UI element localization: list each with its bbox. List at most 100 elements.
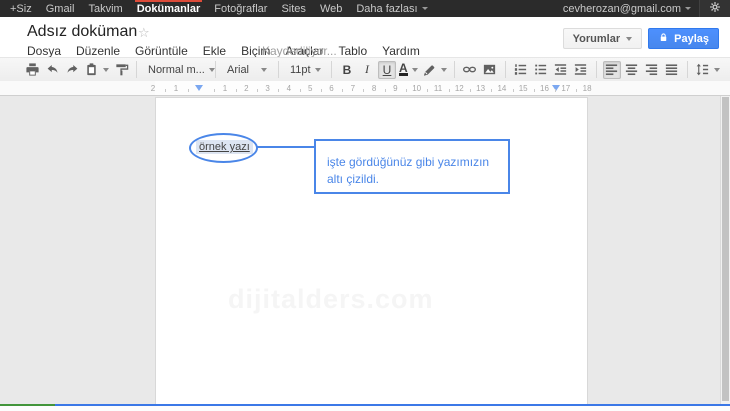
topbar-item[interactable]: Gmail — [39, 0, 82, 17]
ruler-number: 17 — [561, 84, 570, 93]
topbar-item-label: Web — [320, 3, 342, 15]
align-right-button[interactable] — [643, 61, 661, 79]
ruler-number: 3 — [265, 84, 269, 93]
annotation-connector-line — [256, 146, 316, 148]
topbar-item[interactable]: +Siz — [3, 0, 39, 17]
topbar-item[interactable]: Sites — [274, 0, 312, 17]
topbar-item[interactable]: Web — [313, 0, 349, 17]
indent-icon — [573, 62, 588, 77]
indent-button[interactable] — [572, 61, 590, 79]
undo-button[interactable] — [43, 61, 61, 79]
ruler-number: 9 — [393, 84, 397, 93]
ruler-number: 11 — [434, 84, 442, 93]
chevron-down-icon — [626, 37, 632, 41]
document-title[interactable]: Adsız doküman — [27, 23, 137, 41]
toolbar: Normal m... Arial 11pt BIUA — [0, 57, 730, 82]
web-clipboard-button[interactable] — [83, 61, 110, 79]
vertical-scrollbar[interactable] — [720, 96, 730, 404]
underline-button-label: U — [383, 63, 392, 77]
video-bottom-strip — [0, 406, 730, 411]
menu-item[interactable]: Dosya — [27, 44, 61, 58]
justify-icon — [664, 62, 679, 77]
font-size-dropdown[interactable]: 11pt — [285, 61, 325, 79]
menu-item[interactable]: Düzenle — [76, 44, 120, 58]
menu-item[interactable]: Ekle — [203, 44, 226, 58]
italic-button[interactable]: I — [358, 61, 376, 79]
ruler-tick — [449, 89, 450, 92]
toolbar-separator — [454, 61, 455, 78]
ruler-number: 5 — [308, 84, 312, 93]
lock-icon — [658, 32, 669, 46]
insert-link-button[interactable] — [461, 61, 479, 79]
bullet-list-button[interactable] — [532, 61, 550, 79]
toolbar-separator — [278, 61, 279, 78]
annotation-callout-box: işte gördüğünüz gibi yazımızın altı çizi… — [314, 139, 510, 194]
justify-button[interactable] — [663, 61, 681, 79]
topbar-item-label: Dokümanlar — [137, 3, 201, 15]
dropdown-arrow-icon — [103, 68, 109, 72]
highlight-color-icon — [422, 62, 437, 77]
toolbar-separator — [505, 61, 506, 78]
underline-button[interactable]: U — [378, 61, 396, 79]
paint-format-button[interactable] — [112, 61, 130, 79]
share-button[interactable]: Paylaş — [648, 28, 719, 49]
header-buttons: Yorumlar Paylaş — [563, 28, 719, 49]
line-spacing-icon — [695, 62, 710, 77]
comments-button[interactable]: Yorumlar — [563, 28, 642, 49]
ruler-tick — [406, 89, 407, 92]
ruler-tick — [513, 89, 514, 92]
numbered-list-button[interactable] — [512, 61, 530, 79]
topbar-item[interactable]: Takvim — [81, 0, 129, 17]
insert-image-button[interactable] — [481, 61, 499, 79]
line-spacing-button[interactable] — [694, 61, 721, 79]
text-color-button[interactable]: A — [398, 61, 419, 79]
ruler-number: 12 — [455, 84, 464, 93]
ruler-number: 1 — [223, 84, 227, 93]
toolbar-separator — [596, 61, 597, 78]
ruler-number: 2 — [151, 84, 155, 93]
font-size-dropdown-label: 11pt — [290, 64, 311, 76]
menu-item[interactable]: Yardım — [382, 44, 420, 58]
bold-button[interactable]: B — [338, 61, 356, 79]
link-icon — [462, 62, 477, 77]
highlight-color-button[interactable] — [421, 61, 448, 79]
font-dropdown[interactable]: Arial — [222, 61, 272, 79]
align-left-button[interactable] — [603, 61, 621, 79]
ruler-number: 13 — [476, 84, 485, 93]
ruler-tick — [470, 89, 471, 92]
topbar-item[interactable]: Dokümanlar — [130, 0, 208, 17]
ruler-number: 15 — [519, 84, 528, 93]
align-center-button[interactable] — [623, 61, 641, 79]
annotation-ellipse — [189, 133, 258, 163]
ruler-tick — [534, 89, 535, 92]
document-page[interactable]: dijitalders.com örnek yazı işte gördüğün… — [155, 97, 588, 411]
google-docs-window: +SizGmailTakvim Dokümanlar FotoğraflarSite… — [0, 0, 730, 411]
account-menu[interactable]: cevherozan@gmail.com — [555, 3, 699, 15]
star-icon[interactable]: ☆ — [138, 25, 150, 41]
topbar-right: cevherozan@gmail.com — [555, 0, 730, 17]
font-dropdown-label: Arial — [227, 64, 249, 76]
ruler: 21123456789101112131415161718 — [0, 81, 730, 96]
topbar-item[interactable]: Fotoğraflar — [207, 0, 274, 17]
styles-dropdown[interactable]: Normal m... — [143, 61, 209, 79]
ruler-number: 1 — [174, 84, 178, 93]
text-color-button-label: A — [399, 63, 408, 76]
video-progress-bar[interactable] — [0, 404, 730, 406]
print-button[interactable] — [23, 61, 41, 79]
align-center-icon — [624, 62, 639, 77]
menu-item[interactable]: Görüntüle — [135, 44, 188, 58]
dropdown-arrow-icon — [315, 68, 321, 72]
gear-button[interactable] — [700, 0, 730, 17]
scrollbar-thumb[interactable] — [722, 97, 729, 401]
outdent-button[interactable] — [552, 61, 570, 79]
align-right-icon — [644, 62, 659, 77]
left-indent-marker[interactable] — [195, 85, 203, 91]
redo-button[interactable] — [63, 61, 81, 79]
image-icon — [482, 62, 497, 77]
ruler-tick — [385, 89, 386, 92]
ruler-number: 10 — [412, 84, 421, 93]
topbar-item[interactable]: Daha fazlası — [349, 0, 434, 17]
bullet-list-icon — [533, 62, 548, 77]
ruler-tick — [300, 89, 301, 92]
menu-item[interactable]: Tablo — [338, 44, 367, 58]
